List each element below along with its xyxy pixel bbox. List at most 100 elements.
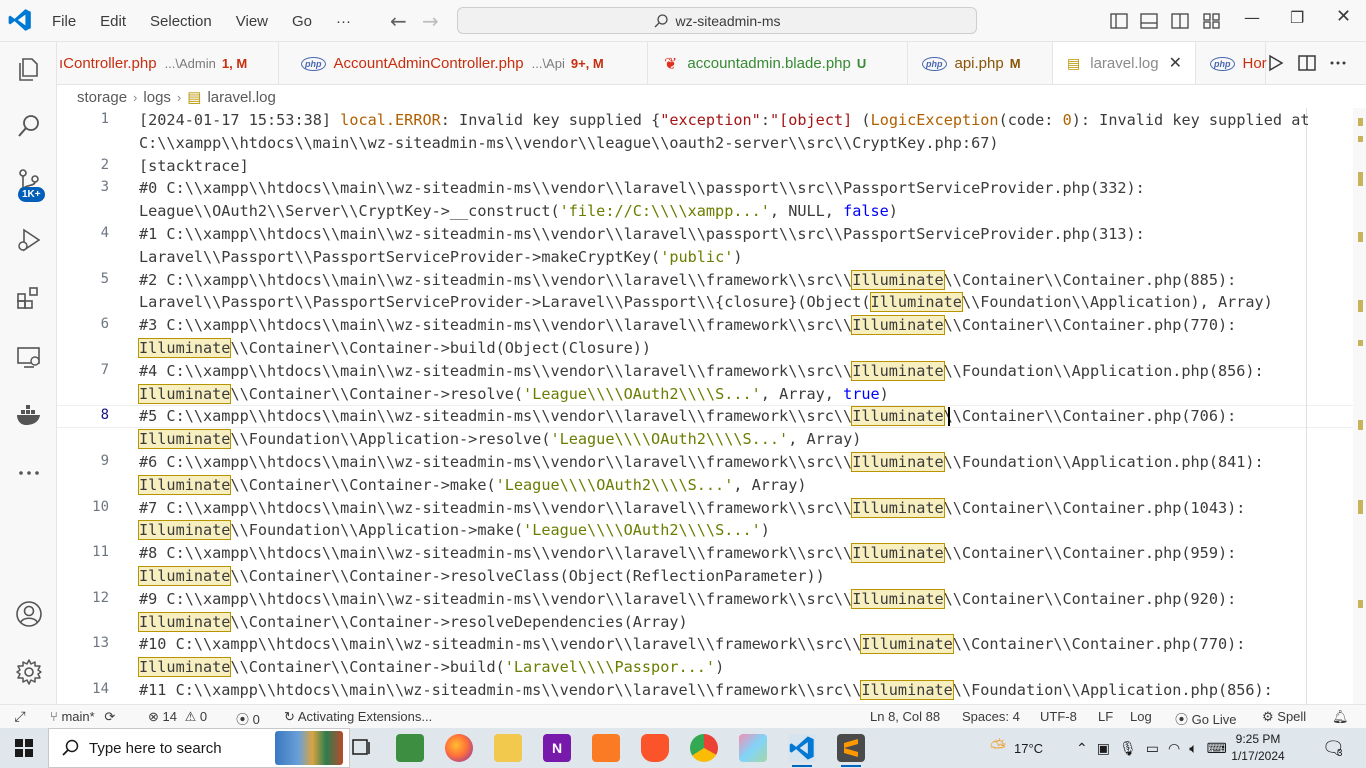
activity-indicator: ↻ Activating Extensions... [284, 709, 432, 725]
encoding[interactable]: UTF-8 [1040, 709, 1077, 724]
firefox-icon[interactable] [445, 734, 473, 762]
file-explorer-icon[interactable] [494, 734, 522, 762]
notification-center[interactable]: 🗨︎ 3 [1322, 728, 1345, 768]
accounts-icon[interactable] [14, 599, 44, 629]
chevron-up-icon[interactable]: ⌃ [1076, 740, 1088, 757]
remote-indicator[interactable]: ⤢ [0, 705, 40, 728]
tab-status: U [856, 56, 867, 71]
branch-indicator[interactable]: ⑂ main* ⟳ [50, 709, 115, 725]
problems-indicator[interactable]: ⊗ 14 ⚠ 0 [148, 709, 207, 725]
microphone-icon[interactable]: 🎙︎ [1119, 740, 1137, 757]
tab-label: laravel.log [1090, 54, 1159, 72]
tab-admin-controller[interactable]: ıController.php ...\Admin 1, M [57, 42, 279, 84]
editor-text-area[interactable]: 1 [2024-01-17 15:53:38] local.ERROR: Inva… [57, 108, 1353, 704]
code-token: #5 C:\\xampp\\htdocs\\main\\wz-siteadmin… [139, 407, 853, 426]
code-line: Illuminate\\Foundation\\Application->res… [137, 428, 862, 451]
remote-explorer-icon[interactable] [14, 342, 44, 372]
settings-gear-icon[interactable] [14, 657, 44, 687]
code-token: , Array) [788, 430, 862, 449]
close-window-icon[interactable]: ✕ [1336, 6, 1351, 27]
chrome-icon[interactable] [690, 734, 718, 762]
editor-tabs: ıController.php ...\Admin 1, M php Accou… [57, 42, 1366, 85]
command-center-search[interactable]: wz-siteadmin-ms [457, 7, 977, 34]
menu-file[interactable]: File [40, 13, 88, 30]
line-number: 11 [92, 544, 109, 561]
onenote-icon[interactable]: N [543, 734, 571, 762]
editor-scrollbar[interactable] [1353, 108, 1366, 704]
go-live-button[interactable]: ⦿ Go Live [1175, 709, 1236, 728]
back-arrow-icon[interactable]: ← [390, 9, 407, 33]
xampp-icon[interactable] [592, 734, 620, 762]
code-token: [2024-01-17 15:53:38] [139, 111, 341, 129]
windows-start-icon[interactable] [15, 739, 33, 757]
cursor-position[interactable]: Ln 8, Col 88 [870, 709, 940, 724]
run-debug-icon[interactable] [14, 225, 44, 255]
code-token: , NULL, [769, 202, 844, 221]
restore-icon[interactable]: ❐ [1290, 8, 1304, 27]
breadcrumb-logs[interactable]: logs [143, 89, 171, 106]
scrollbar-highlight-mark [1358, 136, 1363, 142]
tab-close-icon[interactable]: ✕ [1169, 53, 1182, 73]
command-center-label: wz-siteadmin-ms [675, 12, 781, 29]
docker-icon[interactable] [14, 400, 44, 430]
forward-arrow-icon[interactable]: → [422, 9, 439, 33]
tab-api-php[interactable]: php api.php M [908, 42, 1053, 84]
sync-icon[interactable]: ⟳ [104, 709, 115, 724]
spell-button[interactable]: ⚙ Spell [1262, 709, 1306, 725]
toggle-primary-sidebar-icon[interactable] [1109, 11, 1129, 31]
code-token: #3 C:\\xampp\\htdocs\\main\\wz-siteadmin… [139, 316, 853, 335]
language-mode[interactable]: Log [1130, 709, 1152, 724]
sublime-text-icon[interactable] [837, 734, 865, 767]
toggle-secondary-sidebar-icon[interactable] [1170, 11, 1190, 31]
customize-layout-icon[interactable] [1202, 11, 1222, 31]
run-icon[interactable] [1264, 52, 1286, 74]
code-token: #7 C:\\xampp\\htdocs\\main\\wz-siteadmin… [139, 498, 853, 517]
notifications-bell-icon[interactable]: 🔔︎ [1332, 709, 1349, 725]
split-editor-icon[interactable] [1296, 52, 1318, 74]
minimize-icon[interactable]: — [1244, 8, 1260, 27]
code-token: Laravel\\Passport\\PassportServiceProvid… [139, 247, 661, 266]
code-line: Illuminate\\Container\\Container->resolv… [137, 611, 688, 634]
code-token: \\Foundation\\Application->make( [230, 521, 524, 540]
breadcrumb-file[interactable]: laravel.log [207, 89, 275, 106]
explorer-icon[interactable] [14, 54, 44, 84]
more-views-icon[interactable] [14, 458, 44, 488]
tab-accountadmin-blade[interactable]: ❦ accountadmin.blade.php U [648, 42, 908, 84]
tab-home[interactable]: php Hor [1196, 42, 1267, 84]
volume-icon[interactable]: 🔈︎ [1189, 740, 1197, 757]
indentation[interactable]: Spaces: 4 [962, 709, 1020, 724]
toggle-panel-icon[interactable] [1139, 11, 1159, 31]
tab-accountadmincontroller[interactable]: php AccountAdminController.php ...\Api 9… [279, 42, 648, 84]
weather-widget[interactable]: ⛅︎ 17°C [990, 728, 1043, 768]
vscode-taskbar-icon[interactable] [788, 734, 816, 767]
menu-edit[interactable]: Edit [88, 13, 138, 30]
more-actions-icon[interactable] [1327, 52, 1349, 74]
gear-icon: ⚙ [1262, 709, 1274, 724]
meet-now-icon[interactable]: ▣ [1097, 740, 1110, 757]
taskbar-clock[interactable]: 9:25 PM 1/17/2024 [1218, 731, 1298, 765]
code-token: 0 [1062, 111, 1072, 129]
search-icon [655, 13, 669, 27]
code-token: #4 C:\\xampp\\htdocs\\main\\wz-siteadmin… [139, 361, 853, 380]
menu-view[interactable]: View [224, 13, 280, 30]
search-icon[interactable] [14, 111, 44, 141]
ports-indicator[interactable]: ⦿ 0 [236, 709, 260, 728]
code-token: ( [861, 111, 871, 129]
menu-more-icon[interactable]: ··· [324, 13, 363, 30]
wifi-icon[interactable]: ◠ [1168, 740, 1180, 757]
spreadsheet-app-icon[interactable] [396, 734, 424, 762]
brave-browser-icon[interactable] [641, 734, 669, 762]
taskbar-search[interactable]: Type here to search [48, 728, 350, 768]
code-token: ): Invalid key supplied at [1071, 111, 1310, 129]
end-of-line[interactable]: LF [1098, 709, 1113, 724]
breadcrumb-storage[interactable]: storage [77, 89, 127, 106]
tab-laravel-log[interactable]: ▤ laravel.log ✕ [1053, 42, 1196, 84]
menu-selection[interactable]: Selection [138, 13, 224, 30]
task-view-icon[interactable] [347, 734, 375, 762]
battery-icon[interactable]: ▭ [1146, 740, 1159, 757]
extensions-icon[interactable] [14, 284, 44, 314]
menu-go[interactable]: Go [280, 13, 324, 30]
app-icon[interactable] [739, 734, 767, 762]
code-token: #1 C:\\xampp\\htdocs\\main\\wz-siteadmin… [139, 225, 1145, 243]
scrollbar-highlight-mark [1358, 600, 1363, 608]
